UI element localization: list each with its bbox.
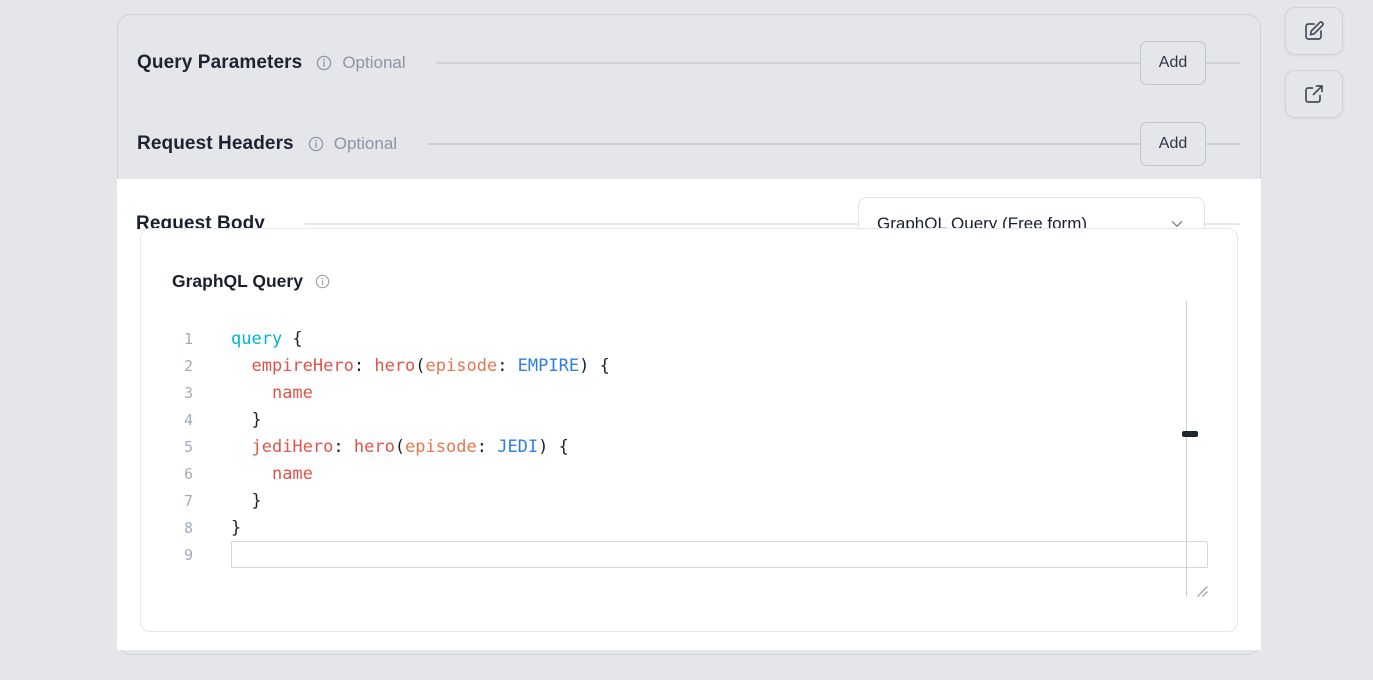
line-number: 9	[141, 542, 193, 569]
code-text: name	[193, 461, 313, 488]
line-number: 3	[141, 380, 193, 407]
code-lines[interactable]: 1query {2 empireHero: hero(episode: EMPI…	[141, 326, 1186, 569]
request-body-section: Request Body GraphQL Query (Free form) G…	[117, 179, 1261, 650]
resize-handle-icon[interactable]	[1195, 584, 1209, 598]
line-number: 2	[141, 353, 193, 380]
code-text: name	[193, 380, 313, 407]
info-icon[interactable]	[315, 274, 330, 289]
code-line[interactable]: 6 name	[141, 461, 1186, 488]
code-text: }	[193, 488, 262, 515]
line-number: 7	[141, 488, 193, 515]
code-line[interactable]: 5 jediHero: hero(episode: JEDI) {	[141, 434, 1186, 461]
code-line[interactable]: 8}	[141, 515, 1186, 542]
graphql-query-label: GraphQL Query	[172, 271, 303, 292]
page-root: Query Parameters Optional Add Request He…	[0, 0, 1373, 680]
line-number: 8	[141, 515, 193, 542]
code-line[interactable]: 4 }	[141, 407, 1186, 434]
code-text: jediHero: hero(episode: JEDI) {	[193, 434, 569, 461]
line-number: 5	[141, 434, 193, 461]
code-text: query {	[193, 326, 303, 353]
code-line[interactable]: 2 empireHero: hero(episode: EMPIRE) {	[141, 353, 1186, 380]
graphql-editor-card: GraphQL Query 1query {2 empireHero: hero…	[140, 228, 1238, 632]
line-number: 4	[141, 407, 193, 434]
code-line[interactable]: 7 }	[141, 488, 1186, 515]
editor-scrollbar-thumb[interactable]	[1182, 431, 1198, 437]
editor-label-row: GraphQL Query	[172, 271, 330, 292]
code-text	[193, 542, 231, 569]
code-text: }	[193, 515, 241, 542]
code-line[interactable]: 3 name	[141, 380, 1186, 407]
line-number: 1	[141, 326, 193, 353]
editor-active-line-box[interactable]	[231, 541, 1208, 568]
code-line[interactable]: 1query {	[141, 326, 1186, 353]
line-number: 6	[141, 461, 193, 488]
code-text: }	[193, 407, 262, 434]
code-text: empireHero: hero(episode: EMPIRE) {	[193, 353, 610, 380]
